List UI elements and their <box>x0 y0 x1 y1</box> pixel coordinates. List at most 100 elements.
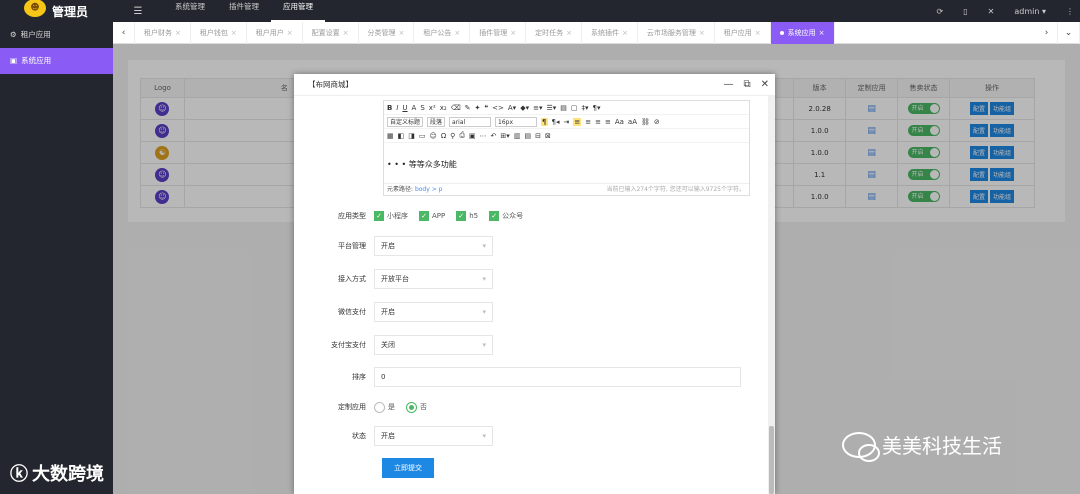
italic-icon[interactable]: I <box>396 104 398 112</box>
topnav-system[interactable]: 系统管理 <box>163 0 217 22</box>
tab-prev-icon[interactable]: ‹ <box>113 21 135 44</box>
merge-cells-icon[interactable]: ⊟ <box>535 132 541 140</box>
rtl-icon[interactable]: ¶◂ <box>552 118 560 126</box>
code-icon[interactable]: <> <box>492 104 504 112</box>
close-icon[interactable]: × <box>755 29 761 37</box>
tab-next-icon[interactable]: › <box>1036 21 1058 44</box>
close-icon[interactable]: ✕ <box>761 74 769 96</box>
lock-icon[interactable]: ▯ <box>963 7 967 16</box>
align-center-icon[interactable]: ≡ <box>585 118 591 126</box>
tab-item[interactable]: 租户财务 × <box>135 21 191 44</box>
tab-item[interactable]: 插件管理 × <box>470 21 527 44</box>
close-icon[interactable]: × <box>343 29 349 37</box>
sort-input[interactable]: 0 <box>374 367 741 387</box>
minimize-icon[interactable]: — <box>723 74 733 96</box>
tab-item[interactable]: 系统插件 × <box>582 21 638 44</box>
font-select[interactable]: arial <box>449 116 492 127</box>
subscript-icon[interactable]: x₂ <box>440 104 447 112</box>
maximize-icon[interactable]: ⧉ <box>743 74 750 96</box>
format-brush-icon[interactable]: ✎ <box>465 104 471 112</box>
strikethrough-icon[interactable]: S <box>420 104 424 112</box>
tab-item[interactable]: 租户用户 × <box>247 21 303 44</box>
close-icon[interactable]: × <box>399 29 405 37</box>
clear-doc-icon[interactable]: ▢ <box>571 104 578 112</box>
align-left-icon[interactable]: ≡ <box>573 117 582 126</box>
checkbox-h5[interactable]: ✓ h5 <box>456 211 478 221</box>
alipay-select[interactable]: 关闭 ▾ <box>374 335 493 355</box>
quote-icon[interactable]: ❝ <box>484 104 488 112</box>
font-border-icon[interactable]: A <box>412 104 417 112</box>
unordered-list-icon[interactable]: ☰▾ <box>546 104 556 112</box>
rich-text-editor[interactable]: B I U A Sx² x₂ ⌫ ✎ ✦ ❝ <> A▾ ◆▾ ≡▾ ☰▾ ▤ ▢ ‡▾ ¶▾ 自定义标题 段落 a… <box>383 100 750 196</box>
eraser-icon[interactable]: ⌫ <box>451 104 461 112</box>
user-menu[interactable]: admin ▾ <box>1014 7 1046 16</box>
unlink-icon[interactable]: ⊘ <box>654 118 660 126</box>
topnav-plugin[interactable]: 插件管理 <box>217 0 271 22</box>
sidebar-item-tenant-app[interactable]: ⚙ 租户应用 <box>0 22 113 48</box>
tab-item[interactable]: 租户应用 × <box>715 21 771 44</box>
float-left-icon[interactable]: ◧ <box>398 132 405 140</box>
modal-scrollbar[interactable] <box>768 96 775 494</box>
scroll-thumb[interactable] <box>769 426 774 494</box>
tab-item[interactable]: 云市场服务管理 × <box>638 21 715 44</box>
undo-icon[interactable]: ↶ <box>491 132 497 140</box>
tab-item[interactable]: 定时任务 × <box>526 21 582 44</box>
size-select[interactable]: 16px <box>495 116 538 127</box>
insert-row-icon[interactable]: ▥ <box>514 132 521 140</box>
uppercase-icon[interactable]: Aa <box>615 118 624 126</box>
bg-color-icon[interactable]: ◆▾ <box>520 104 529 112</box>
tab-item[interactable]: 租户公告 × <box>414 21 471 44</box>
indent-icon[interactable]: ⇥ <box>563 118 569 126</box>
page-break-icon[interactable]: ⋯ <box>480 132 487 140</box>
tab-item[interactable]: 系统应用 × <box>770 21 835 44</box>
ordered-list-icon[interactable]: ≡▾ <box>533 104 542 112</box>
paragraph-select[interactable]: 段落 <box>427 116 446 127</box>
tab-item[interactable]: 配置设置 × <box>303 21 359 44</box>
close-icon[interactable]: × <box>566 29 572 37</box>
submit-button[interactable]: 立即提交 <box>382 458 434 478</box>
radio-custom-no[interactable]: 否 <box>406 401 427 413</box>
state-select[interactable]: 开启 ▾ <box>374 426 493 446</box>
ltr-icon[interactable]: ¶ <box>541 117 548 126</box>
close-icon[interactable]: × <box>231 29 237 37</box>
heading-select[interactable]: 自定义标题 <box>387 116 424 127</box>
tab-more-icon[interactable]: ⌄ <box>1058 21 1080 44</box>
underline-icon[interactable]: U <box>402 104 407 112</box>
platform-select[interactable]: 开启 ▾ <box>374 236 493 256</box>
autotype-icon[interactable]: ✦ <box>474 104 480 112</box>
close-icon[interactable]: × <box>175 29 181 37</box>
link-icon[interactable]: ⛓ <box>641 118 650 126</box>
emoji-icon[interactable]: ☺ <box>430 132 437 140</box>
close-icon[interactable]: × <box>454 29 460 37</box>
paragraph-spacing-icon[interactable]: ¶▾ <box>593 104 601 112</box>
more-icon[interactable]: ⋮ <box>1066 7 1074 16</box>
radio-custom-yes[interactable]: 是 <box>374 401 395 413</box>
path-value[interactable]: body > p <box>415 186 443 193</box>
editor-content[interactable]: • • • 等等众多功能 <box>387 159 457 170</box>
line-height-icon[interactable]: ‡▾ <box>582 104 589 112</box>
bold-icon[interactable]: B <box>387 104 392 112</box>
tab-item[interactable]: 分类管理 × <box>359 21 415 44</box>
refresh-icon[interactable]: ⟳ <box>937 7 944 16</box>
close-icon[interactable]: × <box>287 29 293 37</box>
superscript-icon[interactable]: x² <box>429 104 436 112</box>
center-icon[interactable]: ▭ <box>419 132 426 140</box>
font-color-icon[interactable]: A▾ <box>508 104 516 112</box>
lowercase-icon[interactable]: aA <box>628 118 637 126</box>
checkbox-miniapp[interactable]: ✓ 小程序 <box>374 211 408 221</box>
wxpay-select[interactable]: 开启 ▾ <box>374 302 493 322</box>
close-icon[interactable]: × <box>819 29 825 37</box>
preview-icon[interactable]: ▣ <box>469 132 476 140</box>
align-justify-icon[interactable]: ≡ <box>605 118 611 126</box>
close-icon[interactable]: × <box>622 29 628 37</box>
fullscreen-icon[interactable]: ✕ <box>988 7 995 16</box>
split-cells-icon[interactable]: ⊠ <box>545 132 551 140</box>
sidebar-item-system-app[interactable]: ▣ 系统应用 <box>0 48 113 74</box>
menu-toggle-icon[interactable]: ☰ <box>113 6 163 17</box>
tab-item[interactable]: 租户钱包 × <box>191 21 247 44</box>
close-icon[interactable]: × <box>510 29 516 37</box>
checkbox-official-account[interactable]: ✓ 公众号 <box>489 211 523 221</box>
close-icon[interactable]: × <box>699 29 705 37</box>
select-all-icon[interactable]: ▤ <box>560 104 567 112</box>
table-icon[interactable]: ⊞▾ <box>500 132 509 140</box>
